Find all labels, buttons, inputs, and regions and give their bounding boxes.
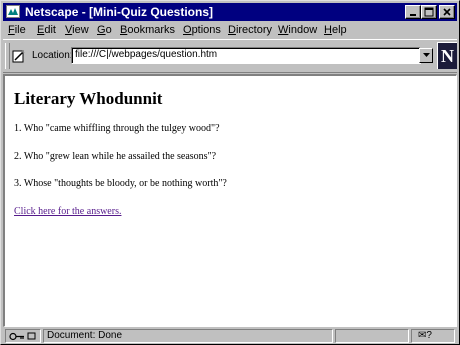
progress-panel [335, 329, 409, 343]
menu-edit[interactable]: Edit [37, 23, 56, 37]
menu-help[interactable]: Help [324, 23, 347, 37]
menu-bookmarks[interactable]: Bookmarks [120, 23, 175, 37]
menu-file[interactable]: File [8, 23, 26, 37]
menu-go[interactable]: Go [97, 23, 112, 37]
status-bar: Document: Done ✉? [3, 328, 457, 344]
menu-directory[interactable]: Directory [228, 23, 272, 37]
netscape-app-icon[interactable] [6, 5, 20, 18]
bookmark-quickfile-icon[interactable] [12, 49, 26, 63]
location-toolbar: Location: file:///C|/webpages/question.h… [3, 39, 457, 73]
question-1: 1. Who "came whiffling through the tulge… [14, 123, 220, 134]
menu-view[interactable]: View [65, 23, 89, 37]
question-2: 2. Who "grew lean while he assailed the … [14, 151, 217, 162]
title-bar[interactable]: Netscape - [Mini-Quiz Questions] [3, 3, 457, 21]
menu-options[interactable]: Options [183, 23, 221, 37]
toolbar-grip[interactable] [5, 43, 10, 69]
question-3: 3. Whose "thoughts be bloody, or be noth… [14, 178, 227, 189]
window-title: Netscape - [Mini-Quiz Questions] [25, 5, 214, 19]
status-text-panel: Document: Done [43, 329, 333, 343]
mail-icon[interactable]: ✉? [418, 330, 432, 342]
location-label: Location: [32, 50, 73, 61]
status-icons-panel: ✉? [411, 329, 455, 343]
minimize-button[interactable] [405, 5, 421, 19]
netscape-n-logo[interactable]: N [437, 42, 457, 69]
maximize-button[interactable] [421, 5, 437, 19]
page-content[interactable]: Literary Whodunnit 1. Who "came whifflin… [3, 74, 457, 327]
location-input[interactable]: file:///C|/webpages/question.htm [71, 47, 421, 64]
location-dropdown-button[interactable] [419, 48, 433, 63]
close-button[interactable] [439, 5, 455, 19]
status-text: Document: Done [47, 330, 123, 341]
menu-bar: File Edit View Go Bookmarks Options Dire… [3, 22, 457, 38]
page-title: Literary Whodunnit [14, 89, 163, 108]
menu-window[interactable]: Window [278, 23, 317, 37]
security-key-icon[interactable] [5, 329, 41, 343]
browser-window: Netscape - [Mini-Quiz Questions] File Ed… [0, 0, 460, 345]
answers-link[interactable]: Click here for the answers. [14, 206, 121, 218]
